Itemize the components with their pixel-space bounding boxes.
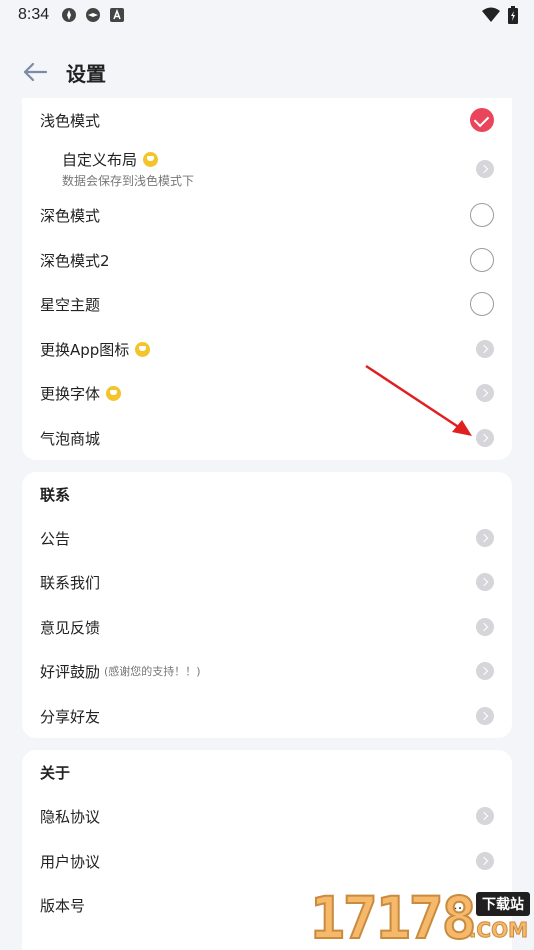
about-section-title: 关于 [40, 763, 71, 782]
chevron-right-icon [476, 707, 494, 725]
feedback-row[interactable]: 意见反馈 [22, 605, 512, 649]
watermark-bottom-text: .COM [468, 918, 528, 943]
bubble-store-label: 气泡商城 [40, 429, 101, 448]
share-row[interactable]: 分享好友 [22, 694, 512, 738]
dark-mode-label: 深色模式 [40, 206, 101, 225]
privacy-label: 隐私协议 [40, 807, 101, 826]
page-title: 设置 [66, 61, 106, 86]
announcement-row[interactable]: 公告 [22, 516, 512, 560]
notification-icon-2 [86, 8, 101, 22]
wifi-icon [482, 7, 500, 22]
watermark-digits: 17178 [309, 884, 478, 950]
contact-us-row[interactable]: 联系我们 [22, 560, 512, 604]
notification-icon [62, 8, 77, 22]
user-agreement-row[interactable]: 用户协议 [22, 839, 512, 883]
dark-mode-row[interactable]: 深色模式 [22, 193, 512, 237]
chevron-right-icon [476, 529, 494, 547]
annotation-arrow-icon [365, 364, 472, 436]
starry-theme-radio[interactable] [470, 292, 494, 316]
rate-row[interactable]: 好评鼓励 (感谢您的支持！！) [22, 649, 512, 693]
dark-mode-2-radio[interactable] [470, 248, 494, 272]
starry-theme-row[interactable]: 星空主题 [22, 282, 512, 326]
rate-label: 好评鼓励 [40, 662, 101, 681]
about-section-header: 关于 [22, 750, 512, 794]
contact-section-header: 联系 [22, 472, 512, 516]
chevron-right-icon [476, 573, 494, 591]
chevron-right-icon [476, 662, 494, 680]
version-label: 版本号 [40, 896, 86, 915]
dark-mode-radio[interactable] [470, 203, 494, 227]
user-agreement-label: 用户协议 [40, 852, 101, 871]
chevron-right-icon [476, 160, 494, 178]
chevron-right-icon [476, 618, 494, 636]
light-mode-radio-checked[interactable] [470, 108, 494, 132]
dark-mode-2-row[interactable]: 深色模式2 [22, 238, 512, 282]
custom-layout-label: 自定义布局 [62, 151, 138, 169]
change-font-label: 更换字体 [40, 384, 101, 403]
back-arrow-icon [23, 62, 48, 82]
change-app-icon-label: 更换App图标 [40, 340, 130, 359]
watermark-top-text: 下载站 [476, 892, 530, 916]
chevron-right-icon [476, 807, 494, 825]
feedback-label: 意见反馈 [40, 618, 101, 637]
privacy-row[interactable]: 隐私协议 [22, 794, 512, 838]
back-button[interactable] [20, 57, 50, 87]
custom-layout-subtitle: 数据会保存到浅色模式下 [62, 174, 195, 188]
custom-layout-row[interactable]: 自定义布局 数据会保存到浅色模式下 [22, 144, 512, 194]
vip-badge-icon [143, 152, 159, 167]
app-a-icon [110, 8, 125, 22]
status-time: 8:34 [18, 6, 50, 23]
status-bar: 8:34 [0, 0, 534, 30]
contact-card: 联系 公告 联系我们 意见反馈 好评鼓励 (感谢您的支持！！) 分享好友 [22, 472, 512, 738]
announcement-label: 公告 [40, 529, 71, 548]
share-label: 分享好友 [40, 707, 101, 726]
rate-note: (感谢您的支持！！) [104, 665, 201, 678]
vip-badge-icon [106, 385, 122, 401]
battery-icon [508, 6, 518, 24]
watermark-logo: 17178 下载站 .COM [309, 884, 534, 950]
contact-us-label: 联系我们 [40, 573, 101, 592]
chevron-right-icon [476, 340, 494, 358]
dark-mode-2-label: 深色模式2 [40, 251, 110, 270]
vip-badge-icon [135, 341, 151, 357]
chevron-right-icon [476, 852, 494, 870]
light-mode-row[interactable]: 浅色模式 [22, 98, 512, 142]
starry-theme-label: 星空主题 [40, 295, 101, 314]
app-header: 设置 [0, 44, 534, 100]
contact-section-title: 联系 [40, 485, 71, 504]
light-mode-label: 浅色模式 [40, 111, 101, 130]
